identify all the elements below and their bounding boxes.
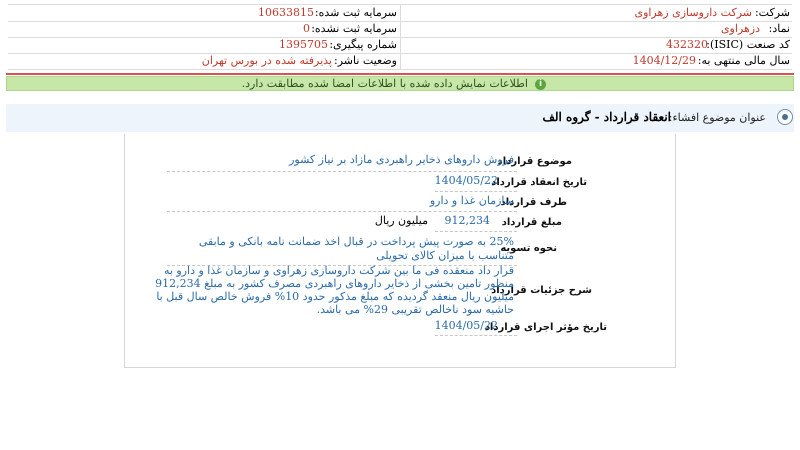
- red-divider: [6, 73, 794, 75]
- target-icon: [777, 109, 793, 125]
- contract-amount-value: 912,234: [444, 214, 491, 227]
- symbol-label: نماد:: [768, 22, 790, 35]
- subject-title: انعقاد قرارداد - گروه الف: [542, 110, 671, 124]
- info-row: سال مالی منتهی به: 1404/12/29 وضعیت ناشر…: [8, 53, 792, 70]
- publisher-status-value: پذیرفته شده در بورس تهران: [201, 54, 332, 67]
- fiscal-year-value: 1404/12/29: [632, 54, 696, 67]
- verification-notice: i اطلاعات نمایش داده شده با اطلاعات امضا…: [6, 76, 794, 91]
- capital-registered-label: سرمایه ثبت شده:: [314, 6, 397, 19]
- field-divider: [435, 335, 517, 336]
- field-divider: [435, 191, 517, 192]
- contract-details-box: موضوع قرارداد فروش داروهای ذخایر راهبردی…: [124, 134, 676, 368]
- contract-party-value: سازمان غذا و دارو: [429, 194, 514, 207]
- notice-text: اطلاعات نمایش داده شده با اطلاعات امضا ش…: [241, 77, 528, 90]
- field-divider: [435, 231, 517, 232]
- settlement-value: 25% به صورت پیش پرداخت در قبال اخذ ضمانت…: [198, 235, 514, 262]
- capital-unregistered-label: سرمایه ثبت نشده:: [311, 22, 397, 35]
- contract-date-label: تاریخ انعقاد قرارداد: [491, 177, 587, 188]
- info-icon: i: [535, 79, 546, 90]
- subject-bar: عنوان موضوع افشاء: انعقاد قرارداد - گروه…: [6, 104, 794, 132]
- tracking-value: 1395705: [279, 38, 328, 51]
- fiscal-year-label: سال مالی منتهی به:: [697, 54, 790, 67]
- tracking-label: شماره پیگیری:: [329, 38, 397, 51]
- field-divider: [167, 211, 517, 212]
- contract-subject-value: فروش داروهای ذخایر راهبردی مازاد بر نیاز…: [289, 153, 514, 166]
- details-value: قرار داد منعقده فی ما بین شرکت داروسازی …: [155, 264, 514, 316]
- company-info-table: شرکت: شرکت داروسازی زهراوی سرمایه ثبت شد…: [8, 4, 792, 70]
- isic-value: 432320: [666, 38, 708, 51]
- info-row: کد صنعت (ISIC): 432320 شماره پیگیری: 139…: [8, 37, 792, 54]
- field-divider: [167, 171, 517, 172]
- company-value[interactable]: شرکت داروسازی زهراوی: [634, 5, 752, 21]
- contract-date-value: 1404/05/22: [434, 174, 498, 187]
- info-row: نماد: دزهراوی سرمایه ثبت نشده: 0: [8, 21, 792, 38]
- publisher-status-label: وضعیت ناشر:: [334, 54, 397, 67]
- company-label: شرکت:: [754, 6, 790, 19]
- contract-amount-unit: میلیون ریال: [374, 214, 428, 227]
- subject-label: عنوان موضوع افشاء:: [668, 111, 766, 124]
- contract-amount-label: مبلغ قرارداد: [501, 217, 562, 228]
- capital-unregistered-value: 0: [303, 22, 310, 35]
- info-row: شرکت: شرکت داروسازی زهراوی سرمایه ثبت شد…: [8, 5, 792, 22]
- isic-label: کد صنعت (ISIC):: [706, 38, 790, 51]
- effective-date-label: تاریخ مؤثر اجرای قرارداد: [484, 322, 607, 333]
- effective-date-value: 1404/05/22: [434, 319, 498, 332]
- capital-registered-value: 10633815: [258, 6, 314, 19]
- symbol-value[interactable]: دزهراوی: [721, 21, 760, 37]
